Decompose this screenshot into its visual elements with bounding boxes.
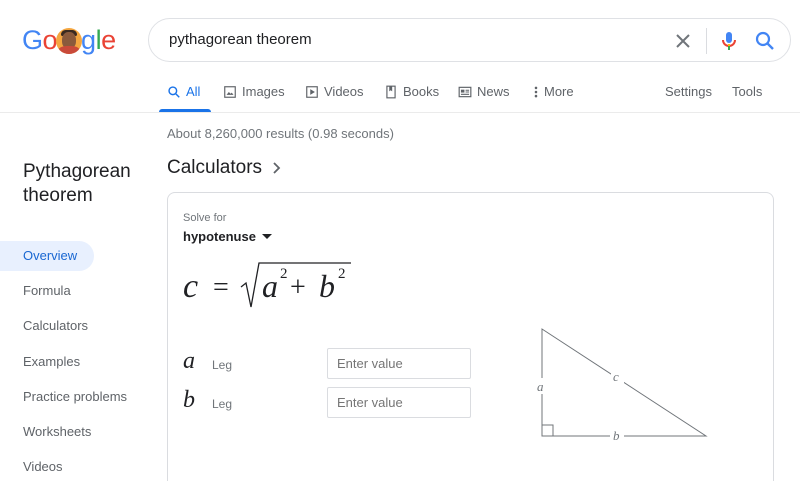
tab-label: Books	[403, 84, 440, 99]
nav-item-worksheets[interactable]: Worksheets	[23, 417, 91, 447]
solve-for-label: Solve for	[183, 212, 227, 224]
calculators-heading[interactable]: Calculators	[167, 157, 282, 179]
logo-letter: g	[81, 24, 96, 55]
tab-label: More	[544, 84, 574, 99]
logo-letter: e	[101, 24, 116, 55]
nav-item-overview[interactable]: Overview	[0, 241, 94, 271]
leg-b-input[interactable]	[327, 387, 471, 418]
topic-title: Pythagorean theorem	[23, 161, 131, 206]
tab-all[interactable]: All	[167, 84, 200, 99]
calculators-title: Calculators	[167, 157, 263, 178]
logo-letter: o	[42, 24, 58, 55]
variable-b-label: Leg	[212, 397, 233, 411]
google-logo[interactable]: G o g l e	[22, 24, 116, 56]
tab-label: Images	[242, 84, 285, 99]
tab-images[interactable]: Images	[223, 84, 285, 99]
nav-item-videos[interactable]: Videos	[23, 452, 63, 481]
formula-plus: +	[290, 272, 306, 303]
formula-exponent: 2	[280, 266, 288, 282]
search-icon	[168, 85, 180, 98]
dropdown-arrow-icon	[261, 233, 272, 239]
video-icon	[306, 85, 318, 98]
leg-a-input[interactable]	[327, 348, 471, 379]
doodle-portrait-icon	[56, 28, 83, 54]
more-vert-icon	[534, 86, 538, 97]
solve-for-dropdown[interactable]: hypotenuse	[183, 229, 272, 244]
calculator-card: Solve for hypotenuse c = a 2 + b 2 a Leg…	[167, 192, 774, 481]
book-icon	[386, 85, 396, 98]
nav-item-practice-problems[interactable]: Practice problems	[23, 382, 127, 412]
variable-a-label: Leg	[212, 358, 233, 372]
triangle-label-b: b	[613, 428, 620, 443]
news-icon	[458, 86, 472, 97]
triangle-label-c: c	[613, 369, 619, 384]
image-icon	[224, 85, 236, 98]
tab-label: News	[477, 84, 510, 99]
chevron-right-icon	[273, 162, 281, 174]
tools-link[interactable]: Tools	[732, 84, 762, 99]
variable-b: b	[183, 387, 195, 413]
triangle-label-a: a	[537, 379, 544, 394]
search-input[interactable]: pythagorean theorem	[169, 31, 312, 48]
microphone-icon[interactable]	[717, 29, 741, 53]
variable-a: a	[183, 348, 195, 374]
divider	[706, 28, 707, 54]
formula-equals: =	[213, 272, 229, 303]
nav-item-calculators[interactable]: Calculators	[23, 311, 88, 341]
formula-term-b: b	[319, 268, 335, 304]
formula-lhs: c	[183, 268, 198, 305]
tab-books[interactable]: Books	[384, 84, 439, 99]
formula-exponent: 2	[338, 266, 346, 282]
search-icon[interactable]	[753, 29, 777, 53]
tab-more[interactable]: More	[533, 84, 574, 99]
formula-term-a: a	[262, 268, 278, 304]
tab-label: All	[186, 84, 201, 99]
close-icon[interactable]	[671, 29, 695, 53]
divider	[0, 112, 800, 113]
nav-item-examples[interactable]: Examples	[23, 347, 80, 377]
settings-link[interactable]: Settings	[665, 84, 712, 99]
nav-item-formula[interactable]: Formula	[23, 276, 71, 306]
right-triangle-diagram: a b c	[534, 328, 708, 443]
tab-news[interactable]: News	[458, 84, 510, 99]
result-stats: About 8,260,000 results (0.98 seconds)	[167, 126, 394, 141]
tab-videos[interactable]: Videos	[305, 84, 364, 99]
logo-letter: G	[22, 24, 43, 55]
formula: c = a 2 + b 2	[183, 262, 351, 308]
solve-for-value: hypotenuse	[183, 229, 256, 244]
tab-label: Videos	[324, 84, 364, 99]
search-box[interactable]: pythagorean theorem	[148, 18, 791, 62]
